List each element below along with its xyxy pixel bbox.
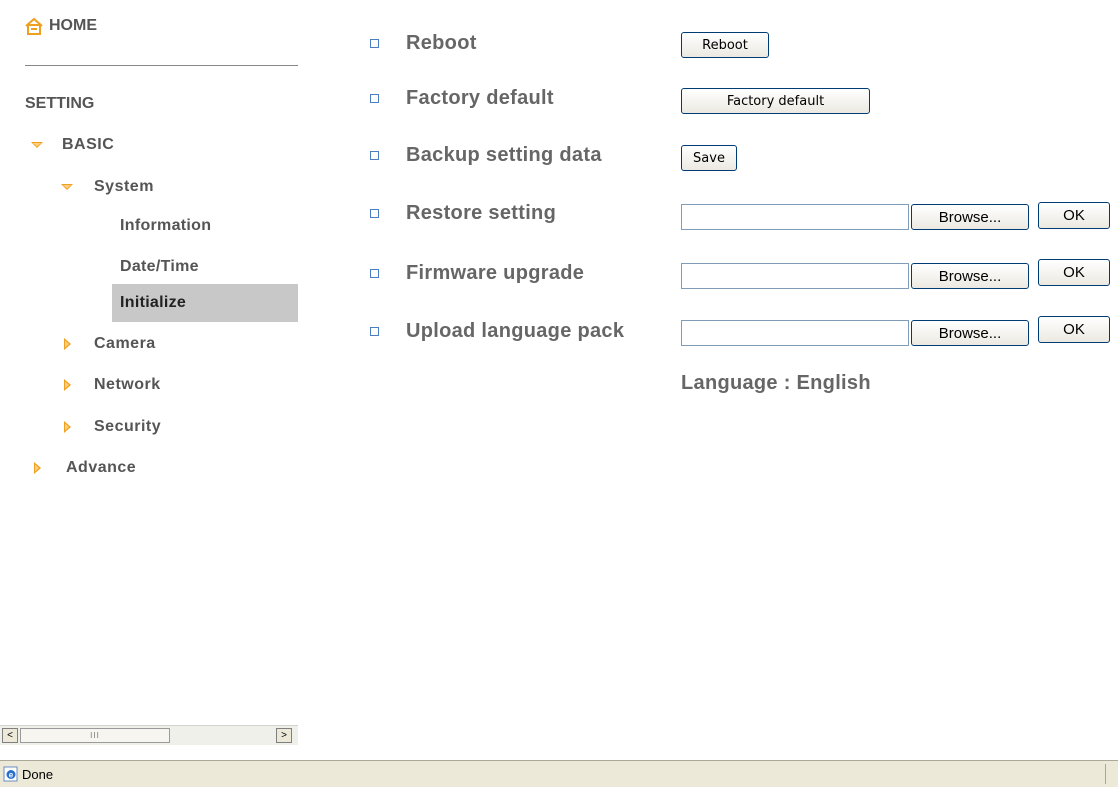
sidebar-item-label: Network: [94, 376, 161, 393]
triangle-right-icon: [64, 338, 71, 350]
reboot-label: Reboot: [406, 32, 477, 54]
scroll-left-button[interactable]: <: [2, 728, 18, 743]
restore-label: Restore setting: [406, 202, 557, 224]
firmware-file-field[interactable]: [681, 263, 909, 289]
triangle-down-icon: [31, 142, 43, 148]
save-button[interactable]: Save: [681, 145, 737, 171]
triangle-down-icon: [61, 184, 73, 190]
sidebar-item-advance[interactable]: Advance: [30, 459, 136, 477]
backup-label: Backup setting data: [406, 144, 602, 166]
backup-row: Backup setting data: [370, 144, 602, 167]
square-bullet-icon: [370, 269, 379, 278]
sidebar-item-basic[interactable]: BASIC: [30, 136, 114, 154]
language-pack-ok-button[interactable]: OK: [1038, 316, 1110, 343]
factory-default-label: Factory default: [406, 87, 554, 109]
scroll-right-button[interactable]: >: [276, 728, 292, 743]
restore-browse-button[interactable]: Browse...: [911, 204, 1029, 230]
sidebar-horizontal-scrollbar[interactable]: < III >: [0, 725, 298, 745]
square-bullet-icon: [370, 94, 379, 103]
page-bottom-gap: [0, 745, 1118, 760]
sidebar-item-label: BASIC: [62, 136, 115, 153]
language-pack-browse-button[interactable]: Browse...: [911, 320, 1029, 346]
restore-ok-button[interactable]: OK: [1038, 202, 1110, 229]
square-bullet-icon: [370, 151, 379, 160]
sidebar-item-system[interactable]: System: [60, 178, 154, 196]
sidebar-item-initialize[interactable]: Initialize: [112, 284, 298, 322]
current-language-text: Language : English: [681, 372, 871, 394]
sidebar: HOME SETTING BASIC System Information Da…: [0, 0, 298, 725]
restore-file-field[interactable]: [681, 204, 909, 230]
setting-heading: SETTING: [25, 95, 95, 112]
triangle-right-icon: [64, 421, 71, 433]
status-text: Done: [22, 766, 54, 782]
sidebar-item-label: Camera: [94, 335, 156, 352]
home-link[interactable]: HOME: [25, 17, 97, 35]
language-pack-row: Upload language pack: [370, 320, 624, 343]
sidebar-item-label: Advance: [66, 459, 137, 476]
square-bullet-icon: [370, 39, 379, 48]
triangle-right-icon: [34, 462, 41, 474]
restore-row: Restore setting: [370, 202, 556, 225]
sidebar-item-datetime[interactable]: Date/Time: [120, 258, 199, 276]
scroll-thumb[interactable]: III: [20, 728, 170, 743]
sidebar-item-security[interactable]: Security: [60, 418, 161, 436]
sidebar-item-network[interactable]: Network: [60, 376, 161, 394]
language-pack-file-field[interactable]: [681, 320, 909, 346]
square-bullet-icon: [370, 327, 379, 336]
language-pack-label: Upload language pack: [406, 320, 625, 342]
factory-default-button[interactable]: Factory default: [681, 88, 870, 114]
firmware-ok-button[interactable]: OK: [1038, 259, 1110, 286]
sidebar-item-information[interactable]: Information: [120, 217, 211, 235]
reboot-row: Reboot: [370, 32, 477, 55]
factory-default-row: Factory default: [370, 87, 554, 110]
sidebar-item-label: System: [94, 178, 154, 195]
svg-text:e: e: [9, 771, 14, 780]
firmware-row: Firmware upgrade: [370, 262, 584, 285]
firmware-label: Firmware upgrade: [406, 262, 585, 284]
reboot-button[interactable]: Reboot: [681, 32, 769, 58]
home-divider: [25, 65, 298, 66]
home-icon: [25, 17, 43, 35]
square-bullet-icon: [370, 209, 379, 218]
status-bar: e Done: [0, 760, 1118, 787]
home-label: HOME: [49, 17, 97, 34]
firmware-browse-button[interactable]: Browse...: [911, 263, 1029, 289]
triangle-right-icon: [64, 379, 71, 391]
ie-page-icon: e: [3, 766, 18, 782]
status-divider: [1105, 764, 1106, 784]
sidebar-item-camera[interactable]: Camera: [60, 335, 156, 353]
sidebar-item-label: Security: [94, 418, 162, 435]
